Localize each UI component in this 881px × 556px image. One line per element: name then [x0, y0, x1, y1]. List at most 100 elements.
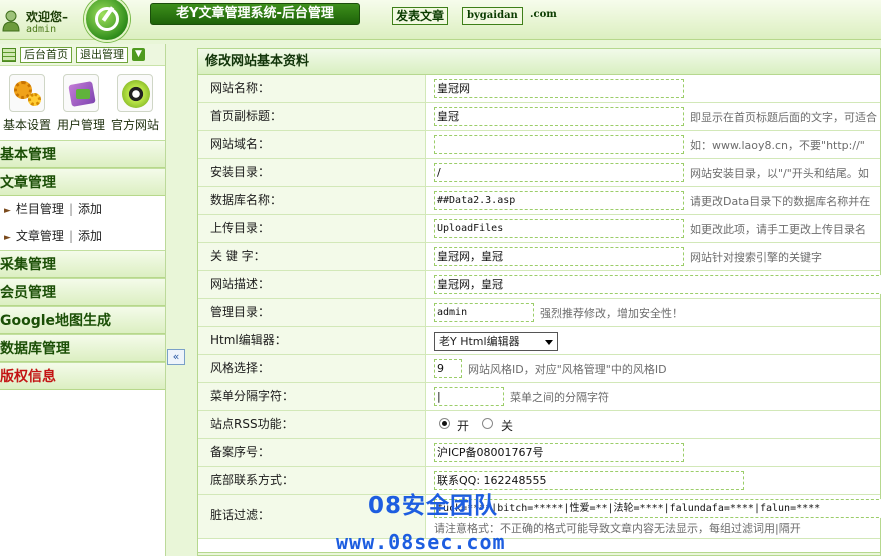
bullet-icon: ► [4, 233, 11, 243]
field-label: 网站描述： [198, 271, 426, 298]
row-editor: Html编辑器： 老Y Html编辑器 [198, 327, 880, 355]
system-title: 老Y文章管理系统-后台管理 [150, 3, 360, 25]
domain-input[interactable] [434, 135, 684, 154]
chevron-down-icon [545, 340, 553, 345]
column-manage-link[interactable]: 栏目管理 [16, 202, 64, 216]
quick-basic-settings[interactable]: 基本设置 [0, 74, 54, 140]
field-label: 网站域名： [198, 131, 426, 158]
field-label: 管理目录： [198, 299, 426, 326]
quick-label: 基本设置 [2, 118, 51, 132]
quick-official-site[interactable]: 官方网站 [108, 74, 162, 140]
editor-select-value: 老Y Html编辑器 [439, 335, 520, 348]
row-contact: 底部联系方式： 联系QQ: 162248555 [198, 467, 880, 495]
username: admin [26, 24, 57, 35]
filter-input[interactable]: fuck=****|bitch=*****|性爱=**|法轮=****|falu… [434, 499, 881, 518]
admin-dir-input[interactable]: admin [434, 303, 534, 322]
column-add-link[interactable]: 添加 [78, 202, 102, 216]
logout-button[interactable]: 退出管理 [76, 46, 128, 63]
quick-links: 基本设置 用户管理 官方网站 [0, 66, 165, 140]
keywords-input[interactable]: 皇冠网，皇冠 [434, 247, 684, 266]
watermark-url: www.08sec.com [336, 530, 506, 554]
row-description: 网站描述： 皇冠网，皇冠 [198, 271, 881, 299]
db-name-input[interactable]: ##Data2.3.asp [434, 191, 684, 210]
row-subtitle: 首页副标题： 皇冠 即显示在首页标题后面的文字，可适合 [198, 103, 880, 131]
rss-off-label: 关 [501, 419, 514, 433]
submenu-article: ► 文章管理 | 添加 [0, 223, 165, 250]
row-admin-dir: 管理目录： admin 强烈推荐修改，增加安全性！ [198, 299, 880, 327]
field-hint: 网站风格ID，对应"风格管理"中的风格ID [468, 363, 667, 376]
field-hint: 如更改此项，请手工更改上传目录名 [690, 223, 866, 236]
rss-off-radio[interactable] [482, 418, 493, 429]
panel-title: 修改网站基本资料 [198, 49, 880, 75]
subtitle-input[interactable]: 皇冠 [434, 107, 684, 126]
row-domain: 网站域名： 如：www.laoy8.cn，不要"http://" [198, 131, 880, 159]
row-filter: 脏话过滤： fuck=****|bitch=*****|性爱=**|法轮=***… [198, 495, 881, 539]
row-upload-dir: 上传目录： UploadFiles 如更改此项，请手工更改上传目录名 [198, 215, 880, 243]
field-label: 风格选择： [198, 355, 426, 382]
field-hint: 如：www.laoy8.cn，不要"http://" [690, 139, 865, 152]
upload-dir-input[interactable]: UploadFiles [434, 219, 684, 238]
post-article-button[interactable]: 发表文章 [392, 7, 449, 25]
field-label: 首页副标题： [198, 103, 426, 130]
field-label: Html编辑器： [198, 327, 426, 354]
field-label: 网站名称： [198, 75, 426, 102]
gears-icon [9, 74, 45, 112]
field-label: 菜单分隔字符： [198, 383, 426, 410]
quick-label: 官方网站 [110, 118, 159, 132]
row-rss: 站点RSS功能： 开 关 [198, 411, 880, 439]
quick-label: 用户管理 [56, 118, 105, 132]
field-label: 备案序号： [198, 439, 426, 466]
style-id-input[interactable]: 9 [434, 359, 462, 378]
table-icon [2, 47, 16, 62]
field-hint: 网站安装目录，以"/"开头和结尾。如 [690, 167, 869, 180]
settings-panel: 修改网站基本资料 网站名称： 皇冠网 首页副标题： 皇冠 即显示在首页标题后面的… [197, 48, 881, 556]
row-style: 风格选择： 9 网站风格ID，对应"风格管理"中的风格ID [198, 355, 880, 383]
field-hint: 网站针对搜索引擎的关键字 [690, 251, 822, 264]
icp-input[interactable]: 沪ICP备08001767号 [434, 443, 684, 462]
site-domain: .com [530, 9, 557, 20]
menu-google-map[interactable]: Google地图生成 [0, 306, 165, 334]
field-label: 关 键 字： [198, 243, 426, 270]
menu-collect-manage[interactable]: 采集管理 [0, 250, 165, 278]
logo-icon [84, 0, 130, 42]
editor-select[interactable]: 老Y Html编辑器 [434, 332, 558, 351]
menu-separator-input[interactable]: | [434, 387, 504, 406]
field-hint: 请更改Data目录下的数据库名称并在 [690, 195, 871, 208]
welcome-text: 欢迎您– [26, 10, 69, 24]
row-keywords: 关 键 字： 皇冠网，皇冠 网站针对搜索引擎的关键字 [198, 243, 880, 271]
field-label: 站点RSS功能： [198, 411, 426, 438]
row-icp: 备案序号： 沪ICP备08001767号 [198, 439, 880, 467]
sidebar-toolbar: 后台首页 退出管理 ▼ [0, 44, 165, 66]
menu-copyright[interactable]: 版权信息 [0, 362, 165, 390]
menu-database-manage[interactable]: 数据库管理 [0, 334, 165, 362]
radiation-icon [117, 74, 153, 112]
quick-user-manage[interactable]: 用户管理 [54, 74, 108, 140]
sidebar: 后台首页 退出管理 ▼ 基本设置 用户管理 官方网站 基本管理 文章管理 ► 栏目… [0, 44, 166, 556]
user-icon [2, 10, 20, 32]
top-header: 欢迎您– admin 老Y文章管理系统-后台管理 发表文章 bygaidan .… [0, 0, 881, 42]
admin-home-button[interactable]: 后台首页 [20, 46, 72, 63]
submenu-column: ► 栏目管理 | 添加 [0, 196, 165, 223]
menu-basic-manage[interactable]: 基本管理 [0, 140, 165, 168]
field-label: 安装目录： [198, 159, 426, 186]
site-link[interactable]: bygaidan [462, 7, 523, 25]
row-install-dir: 安装目录： / 网站安装目录，以"/"开头和结尾。如 [198, 159, 880, 187]
rss-on-radio[interactable] [439, 418, 450, 429]
article-manage-link[interactable]: 文章管理 [16, 229, 64, 243]
field-label: 数据库名称： [198, 187, 426, 214]
field-hint: 即显示在首页标题后面的文字，可适合 [690, 111, 877, 124]
arrow-down-icon[interactable]: ▼ [132, 48, 145, 61]
row-menu-sep: 菜单分隔字符： | 菜单之间的分隔字符 [198, 383, 880, 411]
row-db-name: 数据库名称： ##Data2.3.asp 请更改Data目录下的数据库名称并在 [198, 187, 880, 215]
article-add-link[interactable]: 添加 [78, 229, 102, 243]
menu-member-manage[interactable]: 会员管理 [0, 278, 165, 306]
field-hint: 强烈推荐修改，增加安全性！ [540, 307, 683, 320]
field-label: 上传目录： [198, 215, 426, 242]
bullet-icon: ► [4, 206, 11, 216]
panel-bottom-bar [198, 552, 880, 555]
install-dir-input[interactable]: / [434, 163, 684, 182]
description-input[interactable]: 皇冠网，皇冠 [434, 275, 881, 294]
collapse-sidebar-button[interactable]: « [167, 349, 185, 365]
menu-article-manage[interactable]: 文章管理 [0, 168, 165, 196]
site-name-input[interactable]: 皇冠网 [434, 79, 684, 98]
